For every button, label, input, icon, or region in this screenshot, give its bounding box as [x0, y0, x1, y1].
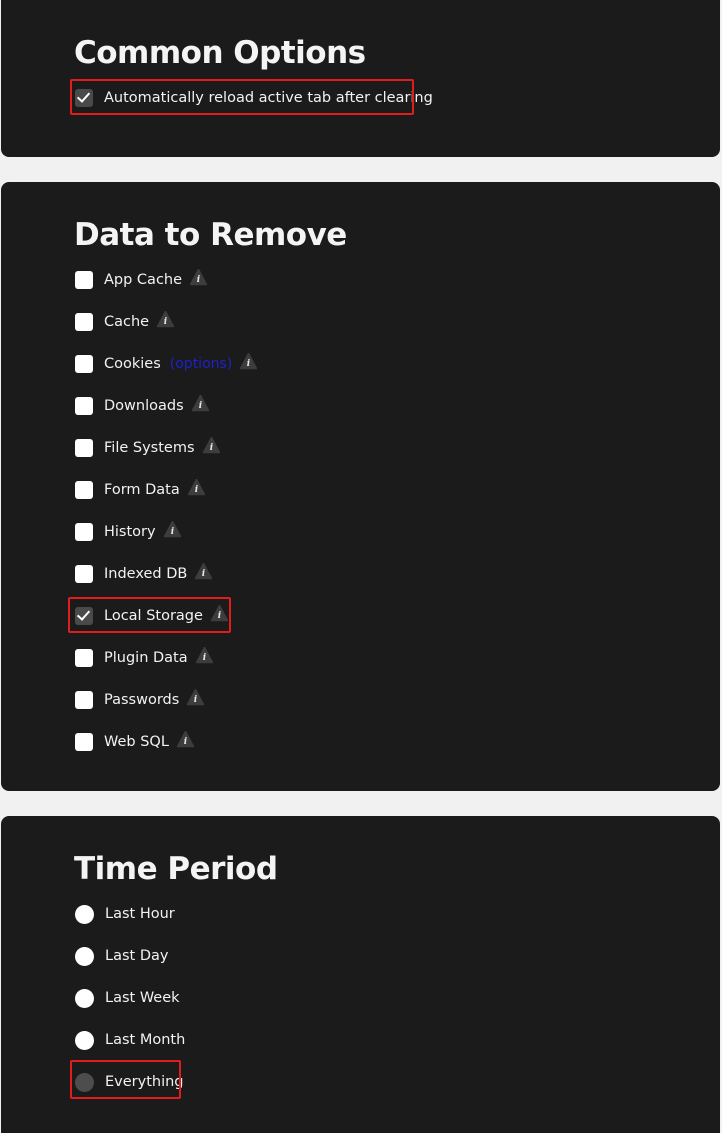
passwords-label: Passwords [104, 692, 180, 708]
data-item-file-systems[interactable]: File Systems i [75, 436, 220, 458]
auto-reload-checkbox[interactable] [75, 89, 93, 107]
form-data-label: Form Data [104, 482, 180, 498]
data-item-cookies[interactable]: Cookies (options) i [75, 352, 258, 374]
web-sql-checkbox[interactable] [75, 733, 93, 751]
data-item-indexed-db[interactable]: Indexed DB i [75, 562, 213, 584]
history-checkbox[interactable] [75, 523, 93, 541]
last-day-label: Last Day [105, 948, 169, 964]
history-label: History [104, 524, 156, 540]
time-period-title: Time Period [74, 851, 278, 887]
auto-reload-option[interactable]: Automatically reload active tab after cl… [75, 88, 433, 108]
svg-text:i: i [195, 485, 199, 495]
data-item-cache[interactable]: Cache i [75, 310, 175, 332]
last-week-radio[interactable] [75, 988, 94, 1008]
plugin-data-label: Plugin Data [104, 650, 188, 666]
info-icon[interactable]: i [240, 352, 258, 370]
time-option-last-day[interactable]: Last Day [75, 946, 168, 966]
data-item-form-data[interactable]: Form Data i [75, 478, 205, 500]
file-systems-checkbox[interactable] [75, 439, 93, 457]
file-systems-label: File Systems [104, 440, 195, 456]
everything-label: Everything [105, 1074, 184, 1090]
info-icon[interactable]: i [163, 520, 181, 538]
time-option-last-week[interactable]: Last Week [75, 988, 180, 1008]
info-icon[interactable]: i [210, 604, 228, 622]
passwords-checkbox[interactable] [75, 691, 93, 709]
info-icon[interactable]: i [195, 646, 213, 664]
common-options-title: Common Options [74, 35, 366, 71]
time-option-last-month[interactable]: Last Month [75, 1030, 185, 1050]
svg-text:i: i [184, 737, 188, 747]
last-week-label: Last Week [105, 990, 180, 1006]
cache-checkbox[interactable] [75, 313, 93, 331]
svg-text:i: i [198, 401, 202, 411]
svg-text:i: i [202, 653, 206, 663]
plugin-data-checkbox[interactable] [75, 649, 93, 667]
data-item-local-storage[interactable]: Local Storage i [75, 604, 228, 626]
indexed-db-label: Indexed DB [104, 566, 188, 582]
last-month-radio[interactable] [75, 1030, 94, 1050]
info-icon[interactable]: i [176, 730, 194, 748]
svg-text:i: i [164, 317, 168, 327]
data-item-passwords[interactable]: Passwords i [75, 688, 205, 710]
common-options-panel: Common Options Automatically reload acti… [1, 0, 720, 157]
last-day-radio[interactable] [75, 946, 94, 966]
downloads-checkbox[interactable] [75, 397, 93, 415]
web-sql-label: Web SQL [104, 734, 169, 750]
svg-text:i: i [247, 359, 251, 369]
svg-text:i: i [194, 695, 198, 705]
cookies-options-link[interactable]: (options) [170, 356, 233, 372]
everything-radio[interactable] [75, 1072, 94, 1092]
info-icon[interactable]: i [157, 310, 175, 328]
auto-reload-label: Automatically reload active tab after cl… [104, 90, 433, 106]
data-item-app-cache[interactable]: App Cache i [75, 268, 208, 290]
last-hour-radio[interactable] [75, 904, 94, 924]
data-item-web-sql[interactable]: Web SQL i [75, 730, 194, 752]
app-cache-checkbox[interactable] [75, 271, 93, 289]
time-option-everything[interactable]: Everything [75, 1072, 184, 1092]
cookies-checkbox[interactable] [75, 355, 93, 373]
indexed-db-checkbox[interactable] [75, 565, 93, 583]
svg-text:i: i [209, 443, 213, 453]
svg-text:i: i [218, 611, 222, 621]
info-icon[interactable]: i [187, 688, 205, 706]
data-to-remove-title: Data to Remove [74, 217, 347, 253]
time-option-last-hour[interactable]: Last Hour [75, 904, 175, 924]
info-icon[interactable]: i [187, 478, 205, 496]
last-month-label: Last Month [105, 1032, 186, 1048]
info-icon[interactable]: i [190, 268, 208, 286]
svg-text:i: i [197, 275, 201, 285]
time-period-panel: Time Period Last Hour Last Day Last Week… [1, 816, 720, 1133]
downloads-label: Downloads [104, 398, 184, 414]
data-item-history[interactable]: History i [75, 520, 181, 542]
info-icon[interactable]: i [195, 562, 213, 580]
data-item-downloads[interactable]: Downloads i [75, 394, 209, 416]
svg-text:i: i [202, 569, 206, 579]
local-storage-label: Local Storage [104, 608, 203, 624]
local-storage-checkbox[interactable] [75, 607, 93, 625]
info-icon[interactable]: i [191, 394, 209, 412]
info-icon[interactable]: i [202, 436, 220, 454]
cookies-label: Cookies [104, 356, 161, 372]
data-item-plugin-data[interactable]: Plugin Data i [75, 646, 213, 668]
data-to-remove-panel: Data to Remove App Cache i Cache i Cooki… [1, 182, 720, 791]
app-cache-label: App Cache [104, 272, 183, 288]
form-data-checkbox[interactable] [75, 481, 93, 499]
svg-text:i: i [170, 527, 174, 537]
cache-label: Cache [104, 314, 150, 330]
last-hour-label: Last Hour [105, 906, 175, 922]
